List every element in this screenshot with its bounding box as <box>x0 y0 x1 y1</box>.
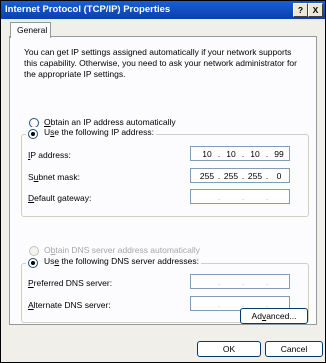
intro-text: You can get IP settings assigned automat… <box>24 47 297 79</box>
octet-dot: . <box>265 277 269 287</box>
ip-address-field[interactable]: 10 . 10 . 10 . 99 <box>190 146 290 161</box>
octet: 10 <box>202 149 212 159</box>
octet-dot: . <box>217 277 221 287</box>
octet: 0 <box>276 171 282 181</box>
default-gateway-field[interactable]: . . . <box>190 189 290 204</box>
use-following-ip-label[interactable]: Use the following IP address: <box>28 127 154 137</box>
octet-dot: . <box>217 192 221 202</box>
obtain-dns-auto-label[interactable]: Obtain DNS server address automatically <box>44 245 200 255</box>
octet-dot: . <box>241 192 245 202</box>
use-dns-legend: Use the following DNS server addresses: <box>26 256 201 268</box>
properties-dialog: Internet Protocol (TCP/IP) Properties ? … <box>0 0 326 363</box>
octet: 99 <box>274 149 284 159</box>
obtain-dns-auto-radio[interactable] <box>29 246 39 256</box>
tab-general-label: General <box>17 25 48 35</box>
octet-dot: . <box>241 277 245 287</box>
octet: 10 <box>226 149 236 159</box>
cancel-button[interactable]: Cancel <box>265 341 323 357</box>
tab-general[interactable]: General <box>10 22 51 38</box>
octet-dot: . <box>265 192 269 202</box>
octet: 255 <box>199 171 215 181</box>
general-panel: You can get IP settings assigned automat… <box>9 36 317 325</box>
ip-address-label: IP address: <box>28 150 71 160</box>
default-gateway-label: Default gateway: <box>28 193 92 203</box>
octet: 255 <box>223 171 239 181</box>
subnet-mask-label: Subnet mask: <box>28 172 80 182</box>
octet-dot: . <box>217 299 221 309</box>
close-button[interactable]: X <box>308 3 323 17</box>
preferred-dns-field[interactable]: . . . <box>190 274 290 289</box>
advanced-button[interactable]: Advanced... <box>240 308 308 324</box>
use-ip-legend: Use the following IP address: <box>26 127 156 139</box>
obtain-ip-auto-label[interactable]: Obtain an IP address automatically <box>44 117 176 127</box>
octet: 255 <box>247 171 263 181</box>
use-following-ip-radio[interactable] <box>28 129 38 139</box>
preferred-dns-label: Preferred DNS server: <box>28 278 113 288</box>
help-button[interactable]: ? <box>293 3 308 17</box>
use-following-dns-radio[interactable] <box>28 258 38 268</box>
use-following-dns-label[interactable]: Use the following DNS server addresses: <box>28 256 199 266</box>
title-bar[interactable]: Internet Protocol (TCP/IP) Properties ? … <box>1 1 325 19</box>
window-title: Internet Protocol (TCP/IP) Properties <box>5 4 171 15</box>
alternate-dns-label: Alternate DNS server: <box>28 300 111 310</box>
ok-button[interactable]: OK <box>197 341 261 357</box>
subnet-mask-field[interactable]: 255 . 255 . 255 . 0 <box>190 168 290 183</box>
octet: 10 <box>250 149 260 159</box>
